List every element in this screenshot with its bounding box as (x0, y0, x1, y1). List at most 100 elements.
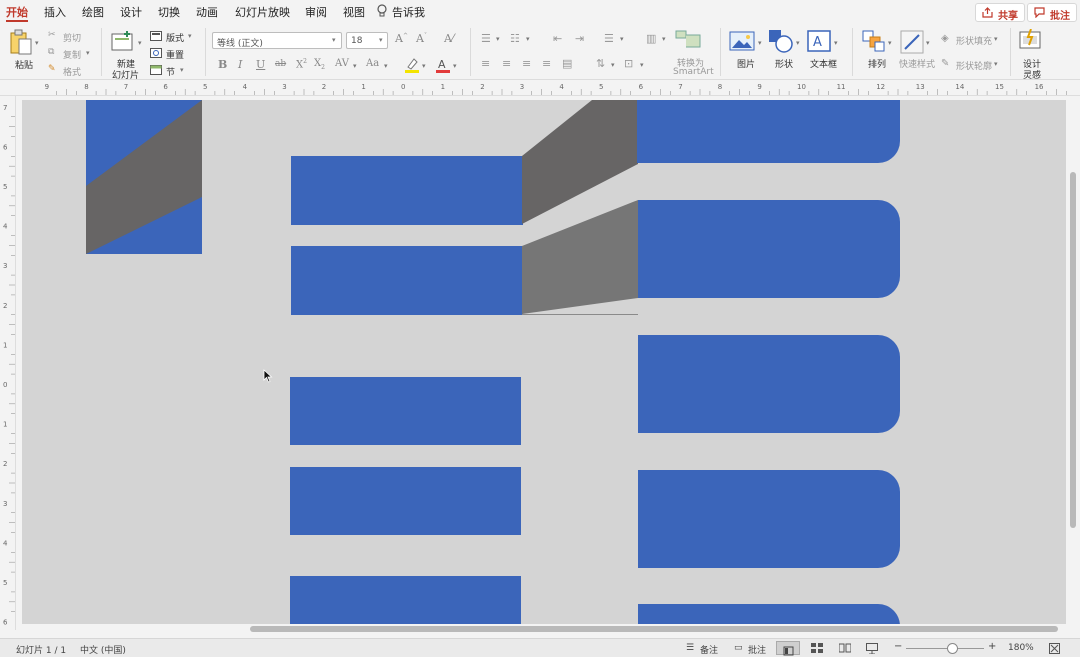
font-color-icon[interactable]: A (436, 57, 450, 73)
font-size-select[interactable]: 18 ▾ (346, 32, 388, 49)
notes-button[interactable]: 备注 (700, 643, 718, 656)
fit-to-window-icon[interactable] (1049, 643, 1060, 654)
picture-icon[interactable] (729, 31, 755, 51)
underline-icon[interactable]: U (256, 58, 265, 71)
slideshow-icon[interactable] (866, 643, 878, 654)
tell-me-search[interactable]: 告诉我 (392, 4, 425, 20)
format-painter-label[interactable]: 格式 (63, 65, 81, 78)
align-text-icon[interactable]: ⊡ (624, 57, 633, 70)
font-color-dropdown-icon[interactable]: ▾ (453, 62, 457, 70)
rounded-rectangle-shape[interactable] (638, 335, 900, 433)
subscript-icon[interactable]: X2 (314, 58, 325, 71)
bullets-dropdown-icon[interactable]: ▾ (496, 35, 500, 43)
align-left-icon[interactable]: ≡ (481, 57, 490, 70)
reset-icon[interactable] (150, 48, 162, 58)
align-center-icon[interactable]: ≡ (502, 57, 511, 70)
font-name-select[interactable]: 等线 (正文) ▾ (212, 32, 342, 49)
character-spacing-icon[interactable]: AV (335, 58, 349, 69)
align-right-icon[interactable]: ≡ (522, 57, 531, 70)
tab-view[interactable]: 视图 (343, 4, 365, 20)
horizontal-ruler[interactable]: 9 8 7 6 5 4 3 2 1 0 1 2 3 4 5 6 7 8 9 10 11 12 13 14 15 16 (0, 80, 1080, 96)
increase-indent-icon[interactable]: ⇥ (575, 32, 584, 45)
tab-design[interactable]: 设计 (120, 4, 142, 20)
text-direction-icon[interactable]: ⇅ (596, 57, 605, 70)
change-case-dropdown-icon[interactable]: ▾ (384, 62, 388, 70)
section-label[interactable]: 节 (166, 65, 175, 78)
shapes-dropdown-icon[interactable]: ▾ (796, 39, 800, 47)
arrange-dropdown-icon[interactable]: ▾ (888, 39, 892, 47)
horizontal-scrollbar-thumb[interactable] (250, 626, 1058, 632)
smartart-icon[interactable] (675, 30, 701, 48)
reset-label[interactable]: 重置 (166, 48, 184, 61)
copy-icon[interactable]: ⧉ (48, 47, 54, 57)
bullets-icon[interactable]: ☰ (481, 32, 491, 45)
rounded-rectangle-shape[interactable] (638, 200, 900, 298)
font-size-dropdown-icon[interactable]: ▾ (379, 36, 383, 44)
comments-status-icon[interactable]: ▭ (734, 643, 743, 653)
rectangle-shape[interactable] (290, 467, 521, 535)
vertical-ruler[interactable]: 7 6 5 4 3 2 1 0 1 2 3 4 5 6 (0, 96, 16, 652)
shape-outline-label[interactable]: 形状轮廓 (956, 59, 992, 72)
tab-slideshow[interactable]: 幻灯片放映 (235, 4, 290, 20)
zoom-in-icon[interactable]: + (988, 641, 996, 652)
diagonal-band-shape[interactable] (86, 100, 202, 254)
bold-icon[interactable]: B (218, 58, 227, 71)
tab-home[interactable]: 开始 (6, 4, 28, 20)
paste-icon[interactable] (10, 29, 32, 55)
normal-view-button[interactable] (776, 641, 800, 656)
layout-icon[interactable] (150, 31, 162, 41)
character-spacing-dropdown-icon[interactable]: ▾ (353, 62, 357, 70)
justify-icon[interactable]: ≡ (542, 57, 551, 70)
text-direction-dropdown-icon[interactable]: ▾ (611, 61, 615, 69)
quick-styles-dropdown-icon[interactable]: ▾ (926, 39, 930, 47)
shapes-label[interactable]: 形状 (775, 57, 793, 70)
tab-review[interactable]: 审阅 (305, 4, 327, 20)
picture-label[interactable]: 图片 (737, 57, 755, 70)
format-painter-icon[interactable]: ✎ (48, 64, 56, 74)
align-text-dropdown-icon[interactable]: ▾ (640, 61, 644, 69)
cut-icon[interactable]: ✂ (48, 30, 56, 40)
comments-button[interactable]: 批注 (1027, 3, 1077, 22)
layout-label[interactable]: 版式 (166, 31, 184, 44)
rectangle-shape[interactable] (290, 576, 521, 624)
textbox-label[interactable]: 文本框 (810, 57, 837, 70)
shape-fill-icon[interactable]: ◈ (941, 33, 949, 44)
decrease-font-icon[interactable]: Aˇ (416, 32, 427, 45)
columns-dropdown-icon[interactable]: ▾ (662, 35, 666, 43)
quick-styles-label[interactable]: 快速样式 (899, 57, 935, 70)
connector-shapes[interactable] (522, 100, 639, 316)
language-indicator[interactable]: 中文 (中国) (80, 643, 126, 656)
new-slide-dropdown-icon[interactable]: ▾ (138, 39, 142, 47)
tab-animations[interactable]: 动画 (196, 4, 218, 20)
italic-icon[interactable]: I (238, 58, 242, 71)
line-spacing-dropdown-icon[interactable]: ▾ (620, 35, 624, 43)
convert-smartart-label-2[interactable]: SmartArt (673, 67, 714, 77)
new-slide-icon[interactable] (111, 30, 135, 52)
paste-label[interactable]: 粘贴 (15, 58, 33, 71)
tab-transitions[interactable]: 切换 (158, 4, 180, 20)
slide-canvas[interactable] (22, 100, 1066, 624)
vertical-scrollbar-thumb[interactable] (1070, 172, 1076, 528)
numbering-icon[interactable]: ☷ (510, 32, 520, 45)
section-icon[interactable] (150, 65, 162, 75)
arrange-label[interactable]: 排列 (868, 57, 886, 70)
shapes-icon[interactable] (768, 29, 794, 53)
line-spacing-icon[interactable]: ☰ (604, 32, 614, 45)
section-dropdown-icon[interactable]: ▾ (180, 66, 184, 74)
distributed-icon[interactable]: ▤ (562, 57, 572, 70)
paste-dropdown-icon[interactable]: ▾ (35, 39, 39, 47)
tab-draw[interactable]: 绘图 (82, 4, 104, 20)
comments-status-button[interactable]: 批注 (748, 643, 766, 656)
font-name-dropdown-icon[interactable]: ▾ (332, 36, 336, 44)
shape-fill-label[interactable]: 形状填充 (956, 34, 992, 47)
vertical-scrollbar[interactable] (1068, 100, 1078, 624)
change-case-icon[interactable]: Aa (366, 58, 379, 69)
designer-icon[interactable] (1019, 29, 1043, 53)
shape-outline-dropdown-icon[interactable]: ▾ (994, 60, 998, 68)
rounded-rectangle-shape[interactable] (638, 604, 900, 624)
textbox-dropdown-icon[interactable]: ▾ (834, 39, 838, 47)
picture-dropdown-icon[interactable]: ▾ (758, 39, 762, 47)
clear-formatting-icon[interactable]: A⁄ (444, 32, 454, 45)
cut-label[interactable]: 剪切 (63, 31, 81, 44)
copy-label[interactable]: 复制 (63, 48, 81, 61)
